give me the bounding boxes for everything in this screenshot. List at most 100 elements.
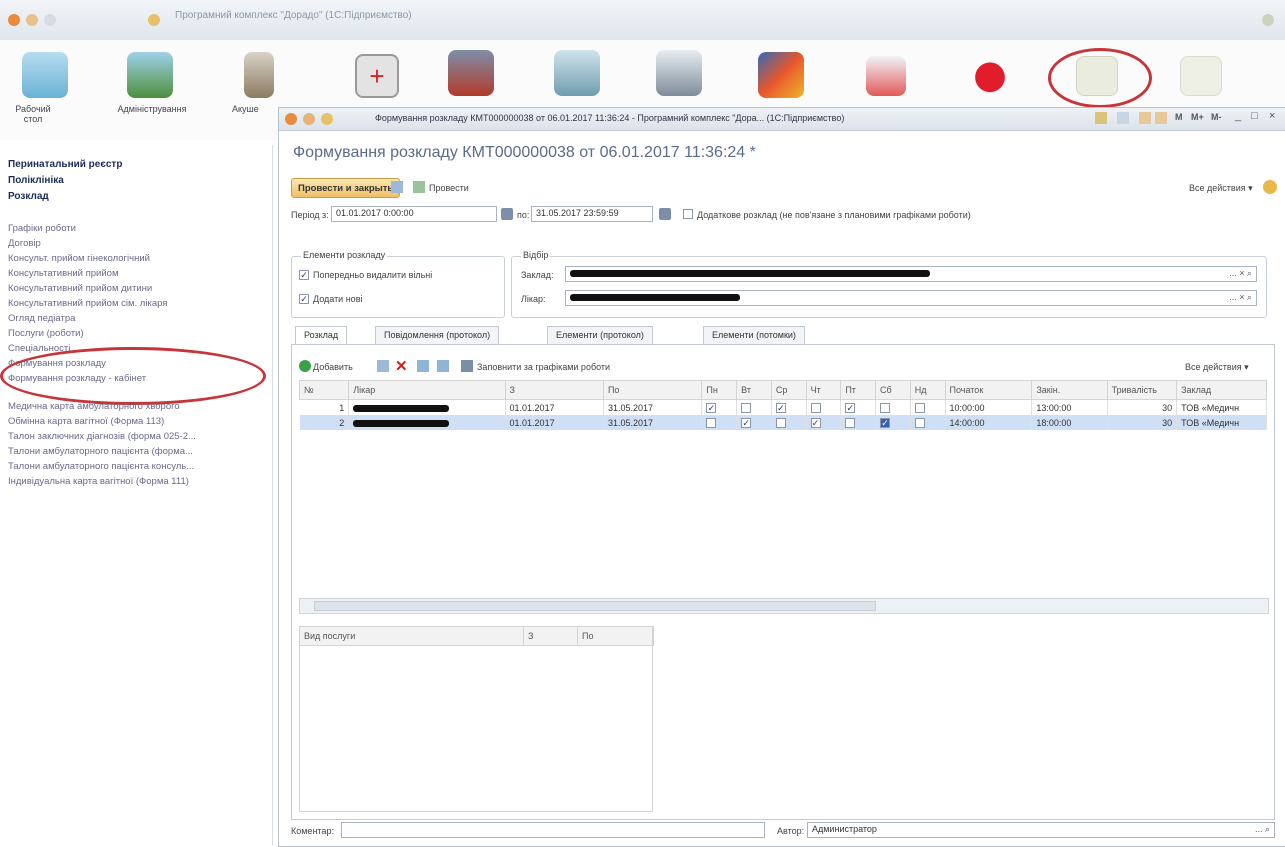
medical-kit-icon[interactable] [866,56,906,96]
nav-item[interactable]: Консультативний прийом [8,268,118,279]
day-sun-checkbox[interactable] [914,402,925,413]
nav-item[interactable]: Талони амбулаторного пацієнта (форма... [8,446,193,457]
horizontal-scrollbar[interactable] [299,598,1269,614]
author-input[interactable]: Администратор... ⌕ [807,822,1275,838]
day-mon-checkbox[interactable]: ✓ [706,402,717,413]
app-menu-icon[interactable] [8,14,20,26]
maximize-icon[interactable]: □ [1251,110,1258,122]
duration-cell[interactable]: 30 [1107,399,1178,415]
period-from-input[interactable]: 01.01.2017 0:00:00 [331,206,497,222]
delete-icon[interactable]: ✕ [395,357,408,375]
close-icon[interactable]: × [1269,110,1275,122]
window-menu-icon[interactable] [285,113,297,125]
minimize-icon[interactable]: _ [1235,110,1241,122]
memory-minus-button[interactable]: M- [1211,112,1222,122]
add-icon[interactable] [299,360,311,372]
save-icon[interactable] [391,181,403,193]
col-sat[interactable]: Сб [875,380,911,400]
facility-cell[interactable]: ТОВ «Медичн [1176,399,1267,415]
nav-item[interactable]: Графіки роботи [8,223,76,234]
print-icon[interactable] [1155,112,1167,124]
help-icon[interactable] [1263,180,1277,194]
link-icon[interactable] [1095,112,1107,124]
col-facility[interactable]: Заклад [1176,380,1267,400]
date-to-cell[interactable]: 31.05.2017 [603,415,703,430]
nav-polyclinic[interactable]: Поліклініка [8,175,64,186]
facility-input[interactable]: ... × ⌕ [565,266,1257,282]
calc-icon[interactable] [1117,112,1129,124]
additional-schedule-checkbox[interactable] [683,209,693,219]
ambulance-icon[interactable] [448,50,494,96]
tab-elements-protocol[interactable]: Елементи (протокол) [547,326,653,344]
facility-cell[interactable]: ТОВ «Медичн [1176,415,1267,430]
tab-elements-children[interactable]: Елементи (потомки) [703,326,805,344]
post-icon[interactable] [413,181,425,193]
start-time-cell[interactable]: 10:00:00 [945,399,1033,415]
date-to-cell[interactable]: 31.05.2017 [603,399,703,415]
col-end[interactable]: Закін. [1031,380,1108,400]
section-obstetrics-label[interactable]: Акуше [232,104,274,114]
table-row[interactable]: 1 01.01.2017 31.05.2017 ✓ ✓ ✓ 10:00:00 13:00:00… [299,399,1267,415]
tab-schedule[interactable]: Розклад [295,326,348,345]
day-sun-checkbox[interactable] [914,417,925,428]
help-icon[interactable] [1262,14,1274,26]
dental-chair-icon[interactable] [554,50,600,96]
day-tue-checkbox[interactable] [741,402,752,413]
day-mon-checkbox[interactable] [706,417,717,428]
nav-item[interactable]: Послуги (роботи) [8,328,84,339]
nav-item[interactable]: Медична карта амбулаторного хворого [8,401,180,412]
col-doctor[interactable]: Лікар [348,380,506,400]
fill-icon[interactable] [461,360,473,372]
doctor-cell[interactable] [348,399,506,415]
first-aid-icon[interactable]: + [355,54,399,98]
post-and-close-button[interactable]: Провести и закрыть [291,178,401,198]
calendar-icon[interactable] [1139,112,1151,124]
col-fri[interactable]: Пт [840,380,877,400]
cash-register-icon[interactable] [656,50,702,96]
comment-input[interactable] [341,822,765,838]
col-mon[interactable]: Пн [701,380,738,400]
settings-gallery-icon[interactable] [127,52,173,98]
add-button[interactable]: Добавить [313,362,353,372]
nav-item[interactable]: Консультативний прийом сім. лікаря [8,298,167,309]
doctor-input[interactable]: ... × ⌕ [565,290,1257,306]
back-icon[interactable] [26,14,38,26]
heart-icon[interactable] [970,52,1010,98]
forward-icon[interactable] [44,14,56,26]
col-duration[interactable]: Тривалість [1106,380,1178,400]
end-time-cell[interactable]: 18:00:00 [1031,415,1108,430]
period-to-input[interactable]: 31.05.2017 23:59:59 [531,206,653,222]
add-new-checkbox[interactable]: ✓ [299,294,309,304]
post-button[interactable]: Провести [429,183,469,193]
table-row[interactable]: 2 01.01.2017 31.05.2017 ✓ ✓ ✓ 14:00:00 18:00:00… [299,415,1267,430]
doctor-cell[interactable] [348,415,506,430]
start-time-cell[interactable]: 14:00:00 [945,415,1033,430]
day-sat-checkbox[interactable]: ✓ [880,417,891,428]
move-up-icon[interactable] [417,360,429,372]
col-sun[interactable]: Нд [909,380,946,400]
cube-icon[interactable] [758,52,804,98]
col-wed[interactable]: Ср [770,380,807,400]
nav-perinatal-registry[interactable]: Перинатальний реєстр [8,159,122,170]
day-thu-checkbox[interactable]: ✓ [810,417,821,428]
col-from[interactable]: З [504,380,604,400]
nav-item[interactable]: Огляд педіатра [8,313,75,324]
scrollbar-thumb[interactable] [314,601,876,611]
favorite-icon[interactable] [148,14,160,26]
day-fri-checkbox[interactable] [845,417,856,428]
date-from-cell[interactable]: 01.01.2017 [505,415,604,430]
calendar-icon[interactable] [659,208,671,220]
favorite-icon[interactable] [321,113,333,125]
nav-item[interactable]: Консульт. прийом гінекологічний [8,253,150,264]
tab-messages[interactable]: Повідомлення (протокол) [375,326,500,344]
end-time-cell[interactable]: 13:00:00 [1031,399,1108,415]
hourglass-icon[interactable] [244,52,274,98]
day-thu-checkbox[interactable] [810,402,821,413]
col-n[interactable]: № [298,380,350,400]
col-to[interactable]: По [602,380,703,400]
delete-free-checkbox[interactable]: ✓ [299,270,309,280]
fill-by-schedule-button[interactable]: Заповнити за графіками роботи [477,362,610,372]
col-tue[interactable]: Вт [736,380,772,400]
day-wed-checkbox[interactable] [775,417,786,428]
duration-cell[interactable]: 30 [1107,415,1178,430]
